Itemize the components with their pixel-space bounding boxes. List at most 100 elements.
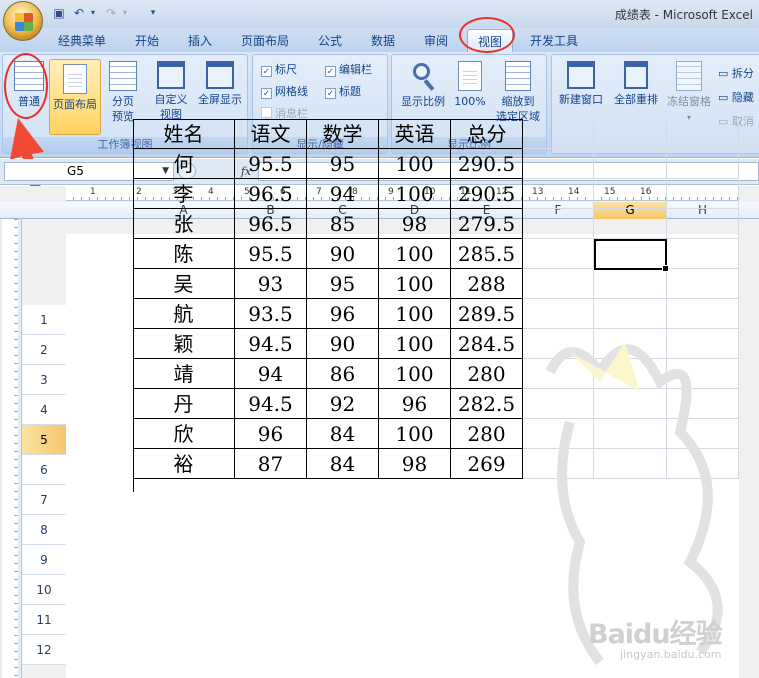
office-button[interactable]	[3, 1, 43, 41]
row-header-5[interactable]: 5	[22, 425, 66, 455]
table-cell[interactable]: 85	[307, 209, 379, 239]
empty-cell[interactable]	[523, 449, 594, 479]
empty-cell[interactable]	[523, 239, 594, 269]
table-cell[interactable]: 290.5	[451, 149, 523, 179]
fullscreen-button[interactable]: 全屏显示	[193, 61, 247, 107]
table-cell[interactable]: 94.5	[235, 329, 307, 359]
table-cell[interactable]: 93	[235, 269, 307, 299]
zoom-100-button[interactable]: 100%	[450, 61, 490, 109]
table-cell[interactable]: 100	[379, 359, 451, 389]
customize-qat-icon[interactable]: ▾	[146, 6, 160, 20]
table-cell[interactable]: 靖	[133, 359, 235, 389]
empty-cell[interactable]	[594, 179, 667, 209]
table-cell[interactable]: 何	[133, 149, 235, 179]
formula-bar-checkbox[interactable]: ✓ 编辑栏	[325, 63, 372, 77]
table-header-cell[interactable]: 语文	[235, 119, 307, 149]
table-cell[interactable]: 86	[307, 359, 379, 389]
empty-cell[interactable]	[523, 329, 594, 359]
gridlines-checkbox[interactable]: ✓ 网格线	[261, 85, 308, 99]
table-cell[interactable]: 96.5	[235, 209, 307, 239]
empty-cell[interactable]	[594, 419, 667, 449]
table-cell[interactable]: 96	[235, 419, 307, 449]
custom-views-button[interactable]: 自定义 视图	[149, 61, 193, 122]
table-cell[interactable]: 87	[235, 449, 307, 479]
table-header-cell[interactable]: 数学	[307, 119, 379, 149]
arrange-all-button[interactable]: 全部重排	[608, 61, 664, 107]
row-header-9[interactable]: 9	[22, 545, 66, 575]
table-cell[interactable]: 284.5	[451, 329, 523, 359]
redo-dropdown-icon[interactable]: ▾	[118, 6, 132, 20]
table-cell[interactable]: 张	[133, 209, 235, 239]
row-header-1[interactable]: 1	[22, 305, 66, 335]
tab-page-layout[interactable]: 页面布局	[241, 32, 289, 49]
table-cell[interactable]: 288	[451, 269, 523, 299]
table-cell[interactable]: 丹	[133, 389, 235, 419]
empty-cell[interactable]	[667, 449, 739, 479]
empty-cell[interactable]	[667, 359, 739, 389]
new-window-button[interactable]: 新建窗口	[554, 61, 608, 107]
table-cell[interactable]: 100	[379, 299, 451, 329]
tab-developer[interactable]: 开发工具	[530, 32, 578, 49]
table-cell[interactable]: 94	[235, 359, 307, 389]
split-button[interactable]: ▭ 拆分	[718, 65, 754, 81]
table-cell[interactable]: 279.5	[451, 209, 523, 239]
empty-cell[interactable]	[667, 119, 739, 149]
empty-cell[interactable]	[667, 329, 739, 359]
freeze-panes-button[interactable]: 冻结窗格 ▾	[664, 61, 714, 125]
save-icon[interactable]: ▣	[52, 6, 66, 20]
tab-review[interactable]: 审阅	[424, 32, 448, 49]
empty-cell[interactable]	[667, 149, 739, 179]
table-cell[interactable]: 98	[379, 449, 451, 479]
empty-cell[interactable]	[594, 359, 667, 389]
table-cell[interactable]: 98	[379, 209, 451, 239]
table-cell[interactable]: 96	[307, 299, 379, 329]
row-header-12[interactable]: 12	[22, 635, 66, 665]
empty-cell[interactable]	[594, 389, 667, 419]
empty-cell[interactable]	[523, 149, 594, 179]
table-cell[interactable]: 100	[379, 239, 451, 269]
empty-cell[interactable]	[594, 149, 667, 179]
row-header-3[interactable]: 3	[22, 365, 66, 395]
table-cell[interactable]: 96.5	[235, 179, 307, 209]
table-cell[interactable]: 95	[307, 269, 379, 299]
row-header-10[interactable]: 10	[22, 575, 66, 605]
table-cell[interactable]: 84	[307, 419, 379, 449]
table-cell[interactable]: 290.5	[451, 179, 523, 209]
undo-dropdown-icon[interactable]: ▾	[86, 6, 100, 20]
table-header-cell[interactable]: 总分	[451, 119, 523, 149]
tab-data[interactable]: 数据	[371, 32, 395, 49]
table-cell[interactable]: 84	[307, 449, 379, 479]
table-cell[interactable]: 94	[307, 179, 379, 209]
table-cell[interactable]: 100	[379, 179, 451, 209]
ruler-checkbox[interactable]: ✓ 标尺	[261, 63, 297, 77]
empty-cell[interactable]	[523, 359, 594, 389]
table-cell[interactable]: 94.5	[235, 389, 307, 419]
empty-cell[interactable]	[594, 299, 667, 329]
table-cell[interactable]: 李	[133, 179, 235, 209]
empty-cell[interactable]	[667, 209, 739, 239]
tab-classic-menu[interactable]: 经典菜单	[58, 32, 106, 49]
table-cell[interactable]: 289.5	[451, 299, 523, 329]
empty-cell[interactable]	[667, 419, 739, 449]
table-cell[interactable]: 100	[379, 419, 451, 449]
page-break-preview-button[interactable]: 分页 预览	[103, 61, 143, 124]
table-cell[interactable]: 100	[379, 269, 451, 299]
hide-button[interactable]: ▭ 隐藏	[718, 89, 754, 105]
row-header-6[interactable]: 6	[22, 455, 66, 485]
empty-cell[interactable]	[523, 299, 594, 329]
empty-cell[interactable]	[523, 209, 594, 239]
empty-cell[interactable]	[523, 119, 594, 149]
table-cell[interactable]: 吴	[133, 269, 235, 299]
undo-icon[interactable]: ↶	[72, 6, 86, 20]
table-cell[interactable]: 92	[307, 389, 379, 419]
row-header-8[interactable]: 8	[22, 515, 66, 545]
tab-formulas[interactable]: 公式	[318, 32, 342, 49]
tab-insert[interactable]: 插入	[188, 32, 212, 49]
empty-cell[interactable]	[523, 389, 594, 419]
empty-cell[interactable]	[523, 179, 594, 209]
empty-cell[interactable]	[667, 179, 739, 209]
active-cell-G5[interactable]	[594, 239, 669, 272]
table-header-cell[interactable]: 英语	[379, 119, 451, 149]
row-header-7[interactable]: 7	[22, 485, 66, 515]
table-cell[interactable]: 285.5	[451, 239, 523, 269]
